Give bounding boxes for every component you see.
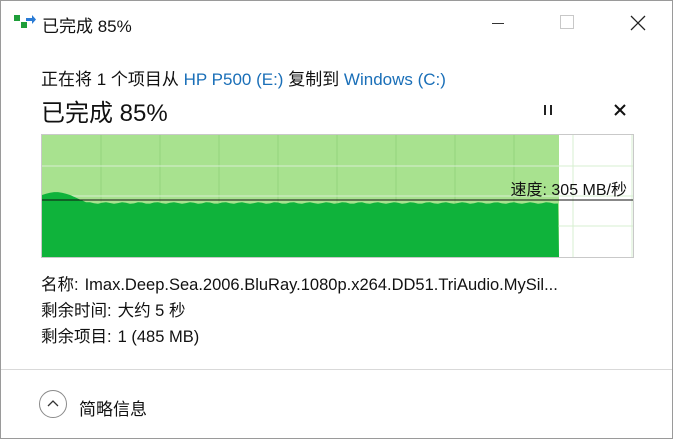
cancel-button[interactable] [606, 97, 634, 123]
time-remaining-label: 剩余时间: [41, 302, 112, 320]
window-title: 已完成 85% [42, 17, 132, 36]
copy-middle-text: 复制到 [283, 70, 344, 89]
time-remaining-row: 剩余时间: 大约 5 秒 [41, 301, 641, 327]
transfer-details: 名称: Imax.Deep.Sea.2006.BluRay.1080p.x264.… [41, 275, 641, 353]
progress-title: 已完成 85% [41, 100, 168, 127]
speed-graph: 速度: 305 MB/秒 [41, 134, 634, 258]
pause-button[interactable] [534, 97, 562, 123]
maximize-button[interactable] [543, 1, 589, 45]
footer-divider [1, 369, 672, 370]
time-remaining-value: 大约 5 秒 [117, 302, 186, 320]
items-remaining-value: 1 (485 MB) [117, 328, 200, 346]
speed-label: 速度: 305 MB/秒 [510, 182, 627, 199]
chevron-up-icon [47, 400, 59, 407]
pause-icon [544, 105, 546, 115]
name-value: Imax.Deep.Sea.2006.BluRay.1080p.x264.DD5… [84, 276, 558, 294]
items-remaining-row: 剩余项目: 1 (485 MB) [41, 327, 641, 353]
close-icon [614, 104, 626, 116]
copy-description: 正在将 1 个项目从 HP P500 (E:) 复制到 Windows (C:) [41, 65, 446, 90]
fewer-details-toggle[interactable]: 简略信息 [39, 390, 239, 422]
name-label: 名称: [41, 276, 79, 294]
close-button[interactable] [614, 1, 660, 45]
title-bar[interactable]: 已完成 85% [1, 1, 672, 45]
name-row: 名称: Imax.Deep.Sea.2006.BluRay.1080p.x264.… [41, 275, 641, 301]
source-link[interactable]: HP P500 (E:) [184, 70, 284, 89]
chevron-up-button[interactable] [39, 390, 67, 418]
items-remaining-label: 剩余项目: [41, 328, 112, 346]
copy-progress-dialog: 已完成 85% 正在将 1 个项目从 HP P500 (E:) 复制到 Wind… [0, 0, 673, 439]
destination-link[interactable]: Windows (C:) [344, 70, 446, 89]
copy-prefix-text: 正在将 1 个项目从 [41, 70, 184, 89]
minimize-button[interactable] [479, 1, 525, 45]
copy-file-icon [14, 15, 36, 28]
close-icon [630, 15, 646, 31]
fewer-details-label[interactable]: 简略信息 [79, 395, 147, 420]
